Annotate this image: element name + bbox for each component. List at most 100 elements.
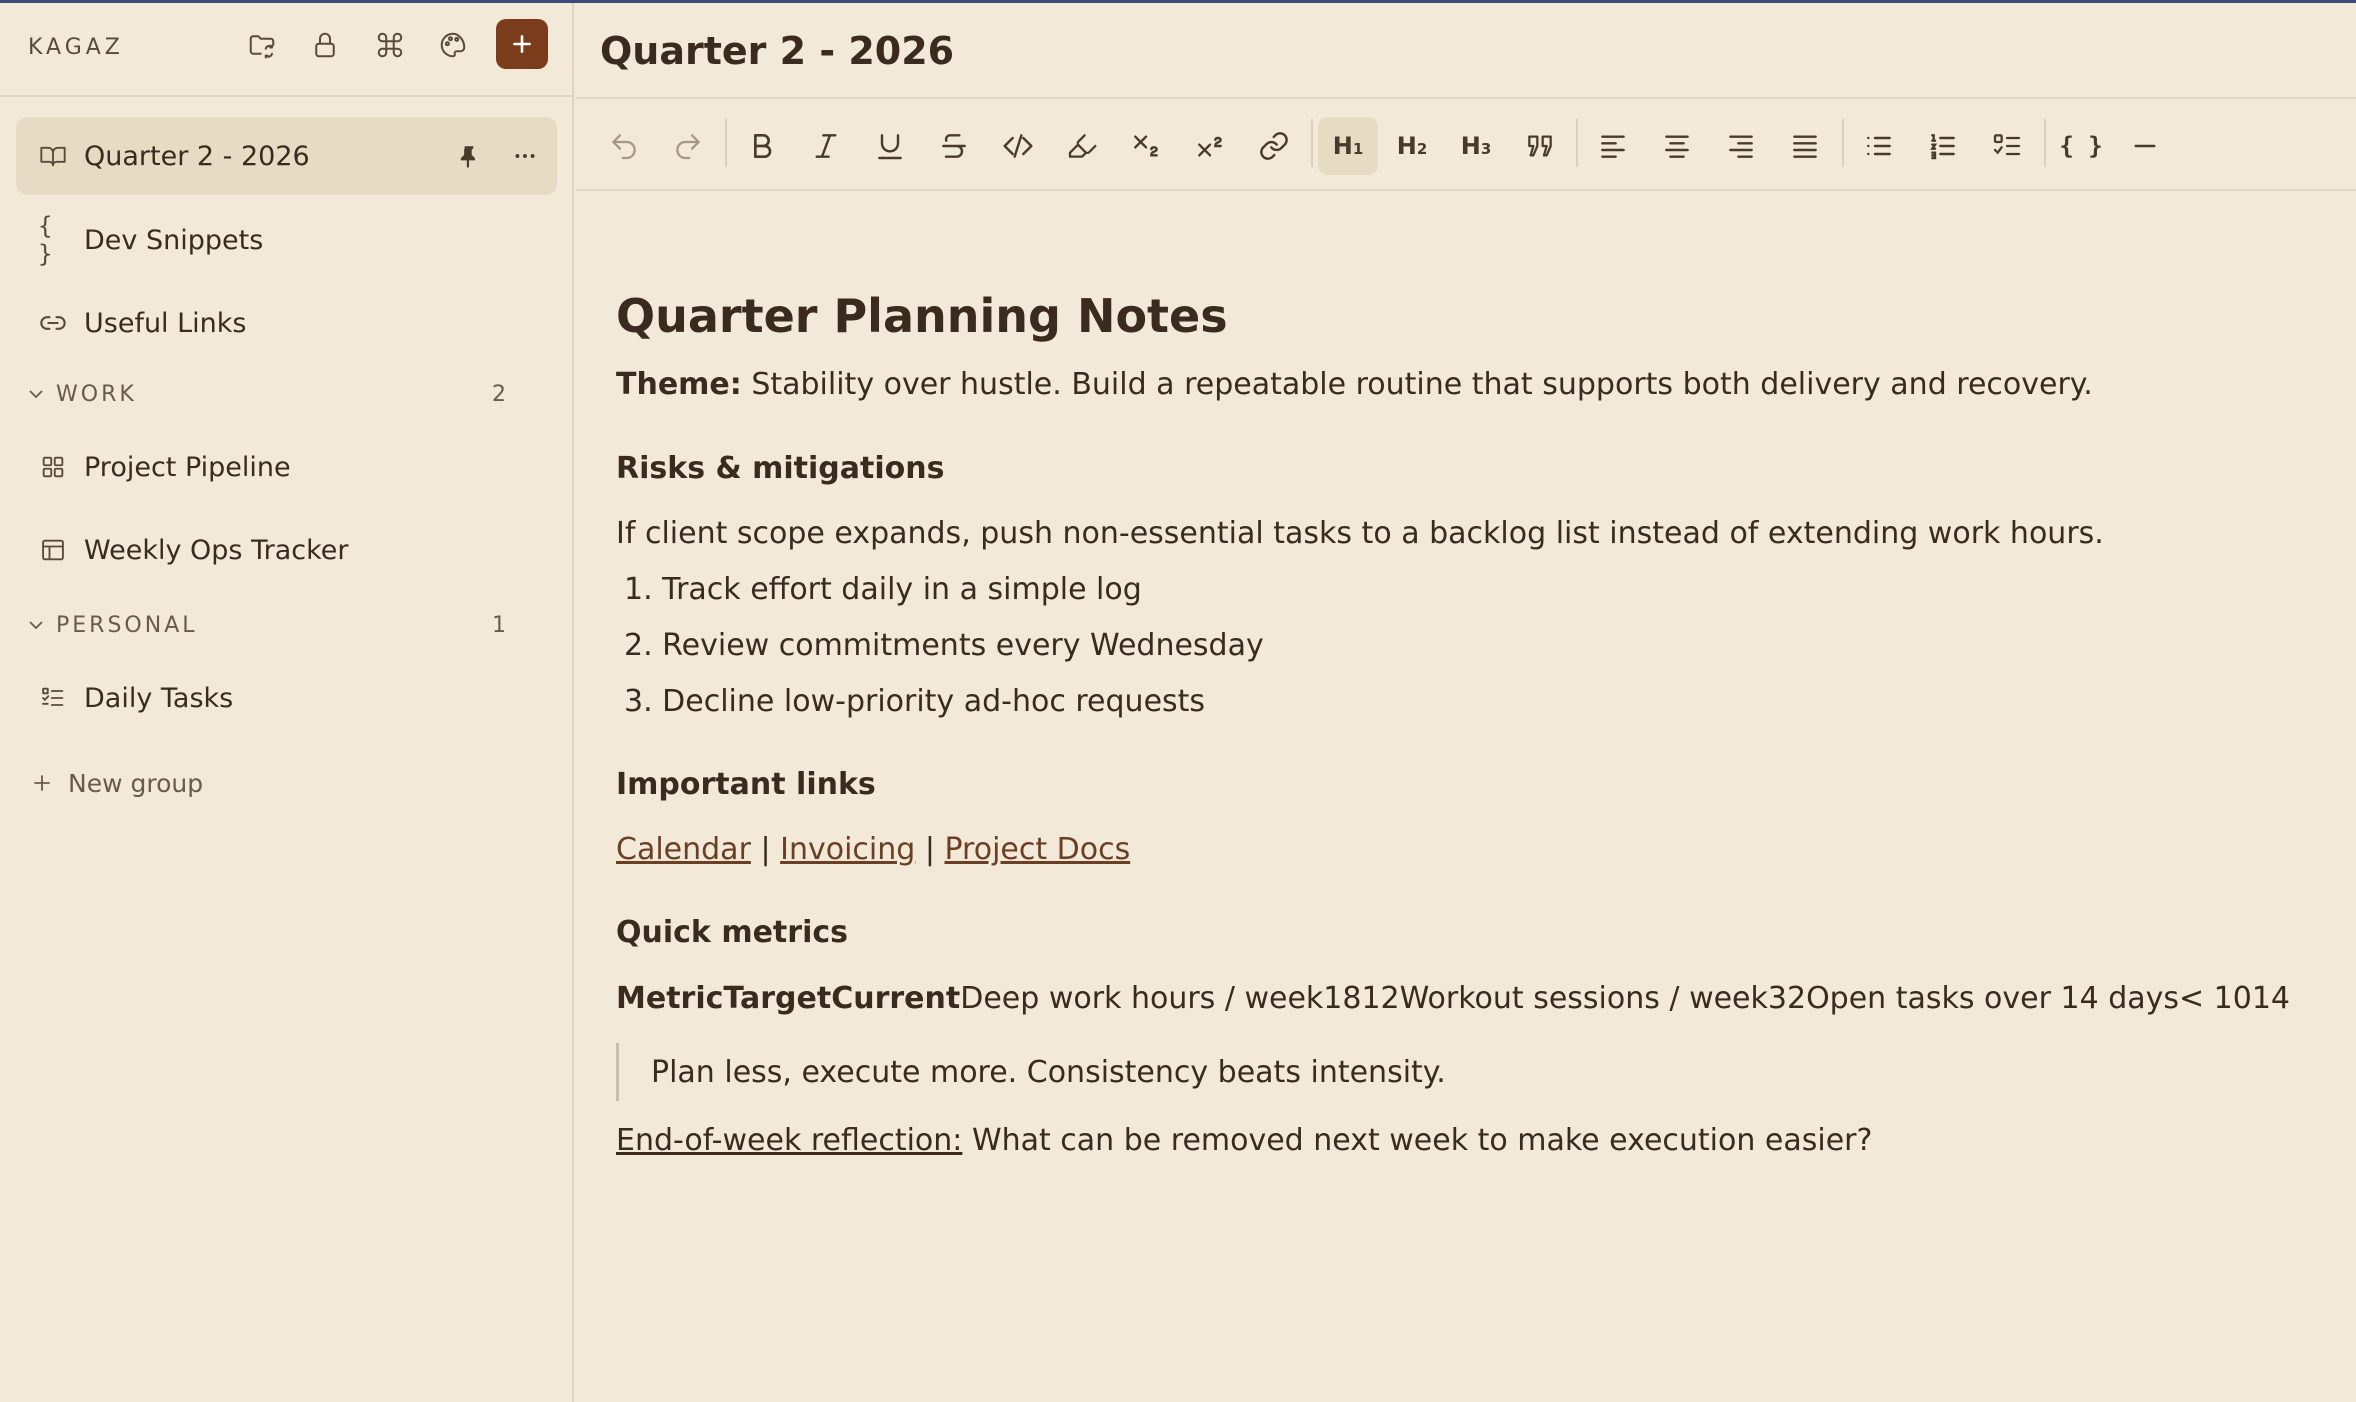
group-header-personal[interactable]: PERSONAL 1 — [24, 608, 524, 642]
heading-2-label: H2 — [1396, 132, 1428, 160]
align-justify-icon[interactable] — [1775, 117, 1835, 175]
list-item: 2. Review commitments every Wednesday — [624, 628, 1264, 663]
italic-icon[interactable] — [796, 117, 856, 175]
toolbar-divider — [2044, 119, 2046, 167]
page-title[interactable]: Quarter 2 - 2026 — [600, 29, 954, 73]
heading-3-button[interactable]: H3 — [1446, 117, 1506, 175]
metrics-heading: Quick metrics — [616, 915, 848, 950]
group-header-work[interactable]: WORK 2 — [24, 377, 524, 411]
checklist-icon — [38, 683, 68, 713]
code-block-label: { } — [2059, 132, 2103, 160]
calendar-link[interactable]: Calendar — [616, 832, 751, 867]
reflection-label: End-of-week reflection: — [616, 1123, 963, 1158]
formatting-toolbar: H1 H2 H3 {} — [576, 97, 2356, 191]
link-icon — [38, 308, 68, 338]
blockquote: Plan less, execute more. Consistency bea… — [616, 1043, 1816, 1101]
grid-icon — [38, 452, 68, 482]
blockquote-icon[interactable] — [1510, 117, 1570, 175]
reflection-text: What can be removed next week to make ex… — [962, 1123, 1873, 1158]
palette-icon[interactable] — [433, 25, 473, 65]
group-label: WORK — [56, 381, 137, 407]
brand-logo: KAGAZ — [28, 35, 124, 60]
links-paragraph: Calendar | Invoicing | Project Docs — [616, 832, 1130, 867]
group-count: 1 — [492, 612, 506, 638]
undo-icon[interactable] — [594, 117, 654, 175]
toolbar-divider — [1311, 119, 1313, 167]
bold-icon[interactable] — [732, 117, 792, 175]
theme-text: Stability over hustle. Build a repeatabl… — [741, 367, 2093, 402]
group-label: PERSONAL — [56, 612, 198, 638]
list-item: 1. Track effort daily in a simple log — [624, 572, 1142, 607]
horizontal-rule-icon[interactable] — [2115, 117, 2175, 175]
group-count: 2 — [492, 381, 506, 407]
sidebar: KAGAZ Quarter 2 - 2026 {} Dev Snippets … — [0, 3, 574, 1402]
link-separator: | — [750, 832, 781, 867]
risks-heading: Risks & mitigations — [616, 451, 945, 486]
align-right-icon[interactable] — [1711, 117, 1771, 175]
doc-heading: Quarter Planning Notes — [616, 289, 1228, 343]
sidebar-item-weekly-ops-tracker[interactable]: Weekly Ops Tracker — [16, 511, 557, 589]
pin-icon[interactable] — [452, 139, 486, 173]
table-icon — [38, 535, 68, 565]
more-options-icon[interactable] — [508, 139, 542, 173]
underline-icon[interactable] — [860, 117, 920, 175]
sidebar-item-label: Project Pipeline — [84, 451, 291, 483]
plus-icon — [513, 35, 531, 53]
lock-icon[interactable] — [305, 25, 345, 65]
align-left-icon[interactable] — [1583, 117, 1643, 175]
folder-sync-icon[interactable] — [242, 25, 282, 65]
chevron-down-icon — [29, 390, 43, 399]
book-icon — [38, 141, 68, 171]
toolbar-divider — [725, 119, 727, 167]
project-docs-link[interactable]: Project Docs — [944, 832, 1130, 867]
metrics-rows: Deep work hours / week1812Workout sessio… — [960, 981, 2291, 1016]
sidebar-item-dev-snippets[interactable]: { } Dev Snippets — [16, 201, 557, 279]
inline-code-icon[interactable] — [988, 117, 1048, 175]
sidebar-item-useful-links[interactable]: Useful Links — [16, 284, 557, 362]
heading-1-button[interactable]: H1 — [1318, 117, 1378, 175]
sidebar-item-project-pipeline[interactable]: Project Pipeline — [16, 428, 557, 506]
task-list-icon[interactable] — [1977, 117, 2037, 175]
editor-pane: Quarter 2 - 2026 H1 H2 H3 {} Quarter Pl… — [576, 3, 2356, 1402]
braces-icon: { } — [38, 212, 53, 268]
numbered-list-icon[interactable] — [1913, 117, 1973, 175]
sidebar-item-quarter-2-2026[interactable]: Quarter 2 - 2026 — [16, 117, 557, 195]
list-item: 3. Decline low-priority ad-hoc requests — [624, 684, 1206, 719]
subscript-icon[interactable] — [1116, 117, 1176, 175]
metrics-header: MetricTargetCurrent — [616, 981, 961, 1016]
theme-paragraph: Theme: Stability over hustle. Build a re… — [616, 367, 2093, 402]
metrics-table-text: MetricTargetCurrentDeep work hours / wee… — [616, 981, 2290, 1016]
app-window: KAGAZ Quarter 2 - 2026 {} Dev Snippets … — [0, 0, 2356, 1402]
theme-label: Theme: — [616, 367, 742, 402]
sidebar-item-daily-tasks[interactable]: Daily Tasks — [16, 659, 557, 737]
risks-paragraph: If client scope expands, push non-essent… — [616, 516, 2104, 551]
code-block-button[interactable]: { } — [2051, 117, 2111, 175]
sidebar-item-label: Daily Tasks — [84, 682, 234, 714]
heading-2-button[interactable]: H2 — [1382, 117, 1442, 175]
heading-1-label: H1 — [1332, 132, 1364, 160]
invoicing-link[interactable]: Invoicing — [780, 832, 915, 867]
reflection-paragraph: End-of-week reflection: What can be remo… — [616, 1123, 1872, 1158]
sidebar-item-label: Useful Links — [84, 307, 247, 339]
toolbar-divider — [1842, 119, 1844, 167]
redo-icon[interactable] — [658, 117, 718, 175]
add-note-button[interactable] — [496, 19, 548, 69]
new-group-button[interactable]: New group — [30, 765, 203, 801]
sidebar-header: KAGAZ — [0, 3, 572, 97]
sidebar-item-label: Quarter 2 - 2026 — [84, 140, 310, 172]
toolbar-divider — [1576, 119, 1578, 167]
superscript-icon[interactable] — [1180, 117, 1240, 175]
new-group-label: New group — [68, 768, 204, 798]
chevron-down-icon — [29, 621, 43, 630]
link-separator: | — [915, 832, 945, 867]
bullet-list-icon[interactable] — [1849, 117, 1909, 175]
heading-3-label: H3 — [1460, 132, 1492, 160]
sidebar-item-label: Weekly Ops Tracker — [84, 534, 349, 566]
sidebar-item-label: Dev Snippets — [84, 224, 264, 256]
strikethrough-icon[interactable] — [924, 117, 984, 175]
links-heading: Important links — [616, 767, 876, 802]
link-icon[interactable] — [1244, 117, 1304, 175]
command-icon[interactable] — [370, 25, 410, 65]
highlight-icon[interactable] — [1052, 117, 1112, 175]
align-center-icon[interactable] — [1647, 117, 1707, 175]
